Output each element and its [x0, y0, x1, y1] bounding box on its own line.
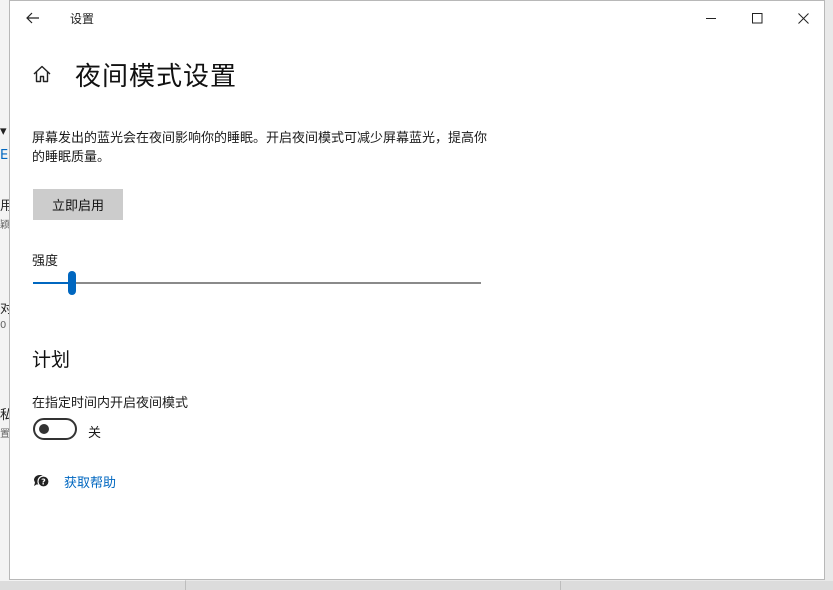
slider-thumb[interactable]	[68, 271, 76, 295]
schedule-section-title: 计划	[32, 349, 71, 371]
toggle-knob	[39, 424, 49, 434]
night-light-description: 屏幕发出的蓝光会在夜间影响你的睡眠。开启夜间模式可减少屏幕蓝光，提高你的睡眠质量…	[32, 131, 488, 165]
toggle-state-text: 关	[88, 426, 102, 441]
close-button[interactable]	[780, 1, 826, 35]
settings-window: 设置 夜间模式设置 屏幕发出的蓝光会在夜间影响你的睡眠。开启夜间模式可减少屏幕蓝…	[9, 0, 825, 580]
home-icon[interactable]	[31, 63, 53, 85]
strength-label: 强度	[32, 254, 59, 269]
slider-fill	[33, 282, 72, 284]
schedule-toggle-label: 在指定时间内开启夜间模式	[32, 396, 189, 411]
back-arrow-icon	[26, 12, 39, 24]
taskbar-segment	[185, 581, 561, 590]
close-icon	[797, 12, 809, 24]
schedule-toggle[interactable]	[33, 418, 77, 440]
taskbar-strip	[0, 581, 833, 590]
minimize-button[interactable]	[688, 1, 734, 35]
svg-text:?: ?	[41, 478, 46, 487]
taskbar-segment	[0, 581, 186, 590]
enable-now-button[interactable]: 立即启用	[33, 189, 123, 220]
get-help-link[interactable]: 获取帮助	[64, 472, 116, 491]
back-button[interactable]	[18, 3, 48, 33]
minimize-icon	[705, 17, 716, 19]
slider-track[interactable]	[33, 282, 481, 284]
strength-slider[interactable]	[33, 269, 481, 297]
page-title: 夜间模式设置	[75, 62, 238, 92]
maximize-button[interactable]	[734, 1, 780, 35]
maximize-icon	[751, 12, 762, 23]
help-chat-icon: ?	[33, 474, 50, 488]
title-bar: 设置	[10, 1, 824, 35]
window-title: 设置	[70, 12, 95, 26]
